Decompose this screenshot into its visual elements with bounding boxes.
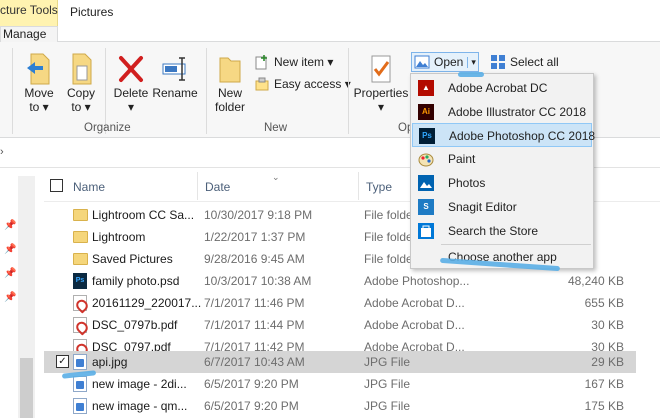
tab-pictures[interactable]: Pictures — [70, 5, 113, 19]
tab-picture-tools[interactable]: cture Tools Manage — [0, 0, 58, 42]
jpg-file-icon — [73, 354, 87, 370]
delete-button[interactable]: Delete ▾ — [110, 52, 152, 114]
easy-access-button[interactable]: Easy access ▾ — [254, 76, 351, 92]
file-row-selected[interactable]: ✓ api.jpg 6/7/2017 10:43 AM JPG File 29 … — [44, 351, 636, 373]
menu-item-snagit[interactable]: S Snagit Editor — [412, 195, 592, 219]
file-row[interactable]: new image - 2di... 6/5/2017 9:20 PM JPG … — [44, 373, 636, 395]
row-checkbox-checked[interactable]: ✓ — [56, 355, 69, 368]
select-all-icon — [491, 55, 505, 69]
snagit-icon: S — [418, 199, 434, 215]
open-button[interactable]: Open ▾ — [411, 52, 479, 72]
illustrator-icon: Ai — [418, 104, 434, 120]
tab-manage[interactable]: Manage — [0, 26, 58, 42]
jpg-file-icon — [73, 398, 87, 414]
group-label-new: New — [264, 122, 288, 134]
folder-icon — [73, 209, 88, 221]
navigation-pane: 📌 📌 📌 📌 — [0, 168, 40, 418]
nav-scrollbar-thumb[interactable] — [20, 358, 33, 418]
rename-button[interactable]: Rename — [152, 52, 198, 100]
select-all-checkbox[interactable] — [50, 179, 63, 192]
copy-to-button[interactable]: Copy to ▾ — [62, 52, 100, 114]
paint-icon — [418, 151, 434, 167]
open-image-icon — [414, 55, 430, 69]
column-header-type[interactable]: Type — [366, 180, 392, 194]
folder-icon — [73, 253, 88, 265]
folder-icon — [73, 231, 88, 243]
new-item-icon — [255, 55, 267, 70]
photoshop-icon: Ps — [419, 128, 435, 144]
menu-item-paint[interactable]: Paint — [412, 147, 592, 171]
delete-x-icon — [119, 56, 143, 82]
file-row[interactable]: 20161129_220017... 7/1/2017 11:46 PM Ado… — [44, 292, 636, 314]
new-item-button[interactable]: New item ▾ — [254, 54, 333, 70]
acrobat-icon: ▲ — [418, 80, 434, 96]
group-label-organize: Organize — [84, 122, 131, 134]
jpg-file-icon — [73, 376, 87, 392]
menu-item-photoshop[interactable]: Ps Adobe Photoshop CC 2018 — [412, 123, 595, 147]
highlight-mark — [458, 72, 484, 77]
column-divider[interactable] — [197, 172, 198, 200]
column-divider[interactable] — [358, 172, 359, 200]
move-to-icon — [27, 53, 50, 85]
pin-icon[interactable]: 📌 — [4, 292, 16, 303]
sort-caret-icon: ⌄ — [272, 172, 280, 182]
properties-check-icon — [371, 55, 391, 83]
rename-icon — [162, 57, 186, 81]
file-row[interactable]: new image - qm... 6/5/2017 9:20 PM JPG F… — [44, 395, 636, 417]
group-separator — [348, 48, 349, 134]
group-separator — [12, 48, 13, 134]
pin-icon[interactable]: 📌 — [4, 268, 16, 279]
open-with-menu: ▲ Adobe Acrobat DC Ai Adobe Illustrator … — [410, 73, 595, 269]
file-row[interactable]: Ps family photo.psd 10/3/2017 10:38 AM A… — [44, 270, 636, 292]
new-folder-button[interactable]: New folder — [212, 52, 248, 114]
group-separator — [206, 48, 207, 134]
copy-to-icon — [72, 53, 92, 85]
open-dropdown-caret[interactable]: ▾ — [467, 56, 476, 68]
ribbon-tab-bar: cture Tools Manage Pictures — [0, 0, 660, 42]
select-all-button[interactable]: Select all — [490, 54, 559, 70]
pdf-file-icon — [73, 317, 87, 333]
menu-item-search-store[interactable]: Search the Store — [412, 219, 592, 243]
menu-item-photos[interactable]: Photos — [412, 171, 592, 195]
breadcrumb-chevron-icon[interactable]: › — [0, 146, 4, 158]
pdf-file-icon — [73, 295, 87, 311]
pin-icon[interactable]: 📌 — [4, 220, 16, 231]
column-header-date[interactable]: Date — [205, 180, 230, 194]
move-to-button[interactable]: Move to ▾ — [20, 52, 58, 114]
store-icon — [418, 223, 434, 239]
pin-icon[interactable]: 📌 — [4, 244, 16, 255]
menu-item-acrobat[interactable]: ▲ Adobe Acrobat DC — [412, 76, 592, 100]
picture-tools-title: cture Tools — [0, 3, 58, 17]
column-header-name[interactable]: Name — [73, 180, 105, 194]
menu-item-illustrator[interactable]: Ai Adobe Illustrator CC 2018 — [412, 100, 592, 124]
new-folder-icon — [219, 57, 241, 83]
properties-button[interactable]: Properties ▾ — [352, 52, 410, 114]
easy-access-icon — [255, 77, 269, 91]
photoshop-file-icon: Ps — [73, 273, 87, 289]
photos-icon — [418, 175, 434, 191]
file-row[interactable]: DSC_0797b.pdf 7/1/2017 11:44 PM Adobe Ac… — [44, 314, 636, 336]
